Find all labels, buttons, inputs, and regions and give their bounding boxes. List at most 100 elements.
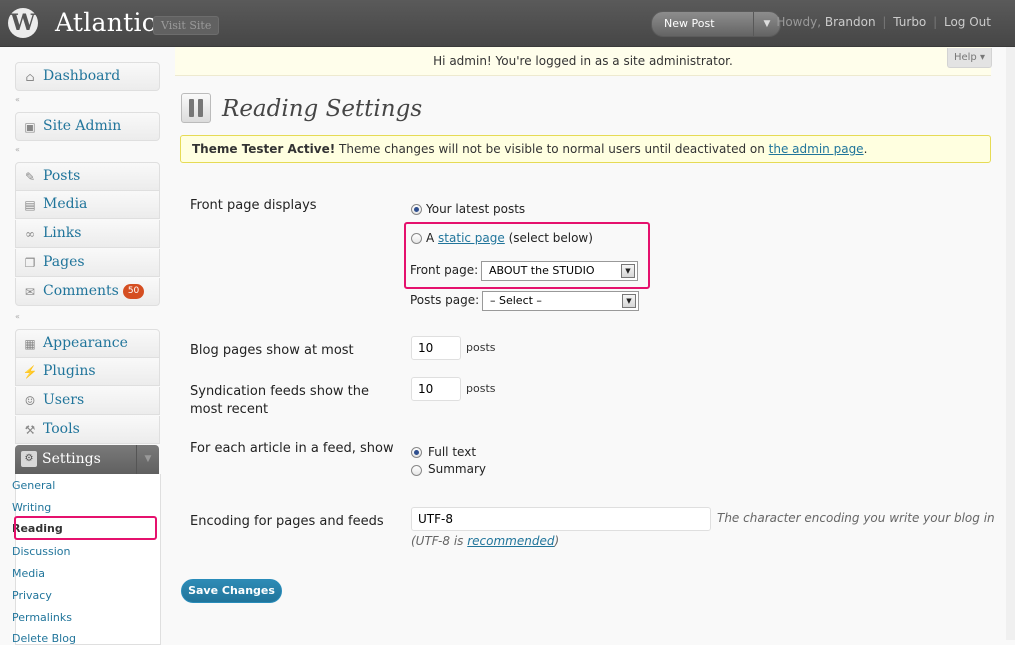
sidebar-item-label[interactable]: Comments bbox=[43, 283, 119, 299]
comment-count-badge: 50 bbox=[122, 284, 145, 299]
sidebar-item-label[interactable]: Settings bbox=[42, 445, 101, 474]
submenu-general[interactable]: General bbox=[12, 479, 55, 492]
sidebar-item-comments[interactable]: ✉ Comments 50 bbox=[15, 278, 160, 306]
home-icon: ⌂ bbox=[25, 70, 35, 84]
sidebar-item-label[interactable]: Users bbox=[43, 387, 84, 414]
submenu-media[interactable]: Media bbox=[12, 567, 45, 580]
syndication-label-line2: most recent bbox=[190, 402, 269, 417]
summary-radio[interactable] bbox=[411, 465, 422, 476]
feed-article-label: For each article in a feed, show bbox=[190, 441, 394, 456]
sidebar-item-links[interactable]: ∞ Links bbox=[15, 220, 160, 248]
posts-per-page-input[interactable]: 10 bbox=[411, 336, 461, 360]
user-greeting: Howdy, Brandon | Turbo | Log Out bbox=[776, 15, 991, 29]
chevron-down-icon[interactable]: ▼ bbox=[622, 294, 636, 308]
tools-icon: ⚒ bbox=[24, 423, 36, 437]
encoding-desc-prefix: (UTF-8 is bbox=[411, 534, 464, 548]
visit-site-button[interactable]: Visit Site bbox=[153, 16, 220, 35]
save-changes-button[interactable]: Save Changes bbox=[181, 579, 282, 603]
howdy-text: Howdy, bbox=[776, 15, 822, 29]
reading-highlight-box bbox=[14, 516, 157, 540]
pages-icon: ❐ bbox=[24, 256, 36, 270]
help-button[interactable]: Help ▾ bbox=[947, 48, 992, 68]
wordpress-logo-icon[interactable]: W bbox=[8, 8, 38, 38]
posts-per-rss-input[interactable]: 10 bbox=[411, 377, 461, 401]
submenu-delete-blog[interactable]: Delete Blog bbox=[12, 632, 76, 645]
blog-pages-label: Blog pages show at most bbox=[190, 343, 354, 358]
page-title: Reading Settings bbox=[222, 96, 423, 122]
users-icon: ☺ bbox=[24, 394, 36, 408]
sidebar-item-media[interactable]: ▤ Media bbox=[15, 191, 160, 219]
collapse-arrow-icon[interactable]: « bbox=[15, 313, 23, 321]
latest-posts-radio[interactable] bbox=[411, 204, 422, 215]
comment-icon: ✉ bbox=[24, 285, 36, 299]
submenu-writing[interactable]: Writing bbox=[12, 501, 51, 514]
syndication-label-line1: Syndication feeds show the bbox=[190, 384, 369, 399]
summary-label[interactable]: Summary bbox=[428, 462, 486, 477]
full-text-radio[interactable] bbox=[411, 447, 422, 458]
static-page-highlight-box bbox=[404, 222, 650, 289]
turbo-link[interactable]: Turbo bbox=[893, 15, 926, 29]
sidebar-item-label[interactable]: Tools bbox=[43, 416, 80, 443]
full-text-label[interactable]: Full text bbox=[428, 445, 476, 460]
posts-page-select[interactable]: – Select – ▼ bbox=[482, 291, 639, 311]
submenu-permalinks[interactable]: Permalinks bbox=[12, 611, 72, 624]
pin-icon: ✎ bbox=[24, 170, 36, 184]
sidebar-item-label[interactable]: Plugins bbox=[43, 358, 96, 385]
submenu-privacy[interactable]: Privacy bbox=[12, 589, 52, 602]
sidebar-item-dashboard[interactable]: ⌂ Dashboard bbox=[15, 62, 160, 91]
sidebar-item-label[interactable]: Links bbox=[43, 220, 81, 247]
latest-posts-label[interactable]: Your latest posts bbox=[426, 202, 525, 217]
sidebar-item-label[interactable]: Media bbox=[43, 191, 87, 218]
notice-end: . bbox=[863, 142, 868, 156]
sidebar-item-settings[interactable]: ⚙ Settings ▼ bbox=[15, 445, 159, 474]
new-post-label[interactable]: New Post bbox=[664, 12, 715, 36]
separator: | bbox=[882, 15, 887, 29]
sidebar-item-label[interactable]: Appearance bbox=[43, 330, 128, 357]
admin-header: W Atlantica Visit Site New Post ▼ Howdy,… bbox=[0, 0, 1015, 47]
settings-icon: ⚙ bbox=[21, 451, 37, 467]
sidebar-item-label-wrap[interactable]: Comments 50 bbox=[43, 278, 145, 305]
sidebar-item-users[interactable]: ☺ Users bbox=[15, 387, 160, 415]
sidebar-item-site-admin[interactable]: ▣ Site Admin bbox=[15, 112, 160, 141]
sidebar-item-posts[interactable]: ✎ Posts bbox=[15, 162, 160, 191]
user-name-link[interactable]: Brandon bbox=[825, 15, 876, 29]
separator: | bbox=[933, 15, 938, 29]
blog-charset-input[interactable]: UTF-8 bbox=[411, 507, 711, 531]
media-icon: ▤ bbox=[24, 198, 36, 212]
admin-page-link[interactable]: the admin page bbox=[769, 142, 864, 156]
site-admin-icon: ▣ bbox=[24, 120, 36, 134]
sidebar-item-label[interactable]: Dashboard bbox=[43, 63, 120, 90]
encoding-description-2: (UTF-8 is recommended) bbox=[411, 534, 559, 548]
sidebar-item-label[interactable]: Posts bbox=[43, 163, 80, 190]
appearance-icon: ▦ bbox=[24, 337, 36, 351]
encoding-desc-suffix: ) bbox=[554, 534, 560, 548]
chevron-down-icon[interactable]: ▼ bbox=[136, 445, 159, 474]
scrollbar[interactable] bbox=[1006, 47, 1015, 640]
encoding-description: The character encoding you write your bl… bbox=[717, 511, 995, 525]
settings-page-icon bbox=[181, 93, 211, 123]
sidebar-item-label[interactable]: Pages bbox=[43, 249, 85, 276]
collapse-arrow-icon[interactable]: « bbox=[15, 96, 23, 104]
help-label[interactable]: Help bbox=[954, 52, 977, 63]
admin-notice: Hi admin! You're logged in as a site adm… bbox=[175, 47, 991, 76]
posts-page-value[interactable]: – Select – bbox=[490, 294, 542, 307]
posts-unit: posts bbox=[466, 382, 496, 395]
notice-text: Theme changes will not be visible to nor… bbox=[339, 142, 765, 156]
link-icon: ∞ bbox=[25, 227, 35, 241]
sidebar-item-appearance[interactable]: ▦ Appearance bbox=[15, 329, 160, 358]
plugin-icon: ⚡ bbox=[22, 365, 38, 379]
sidebar-item-pages[interactable]: ❐ Pages bbox=[15, 249, 160, 277]
recommended-link[interactable]: recommended bbox=[467, 534, 554, 548]
sidebar-item-tools[interactable]: ⚒ Tools bbox=[15, 416, 160, 444]
notice-bold: Theme Tester Active! bbox=[192, 142, 336, 156]
new-post-button[interactable]: New Post ▼ bbox=[651, 11, 781, 37]
posts-unit: posts bbox=[466, 341, 496, 354]
sidebar-item-plugins[interactable]: ⚡ Plugins bbox=[15, 358, 160, 386]
sidebar-item-label[interactable]: Site Admin bbox=[43, 113, 121, 140]
theme-tester-notice: Theme Tester Active! Theme changes will … bbox=[180, 135, 991, 163]
submenu-discussion[interactable]: Discussion bbox=[12, 545, 71, 558]
collapse-arrow-icon[interactable]: « bbox=[15, 146, 23, 154]
front-page-label: Front page displays bbox=[190, 198, 317, 213]
posts-page-select-label: Posts page: bbox=[410, 293, 480, 307]
logout-link[interactable]: Log Out bbox=[944, 15, 991, 29]
